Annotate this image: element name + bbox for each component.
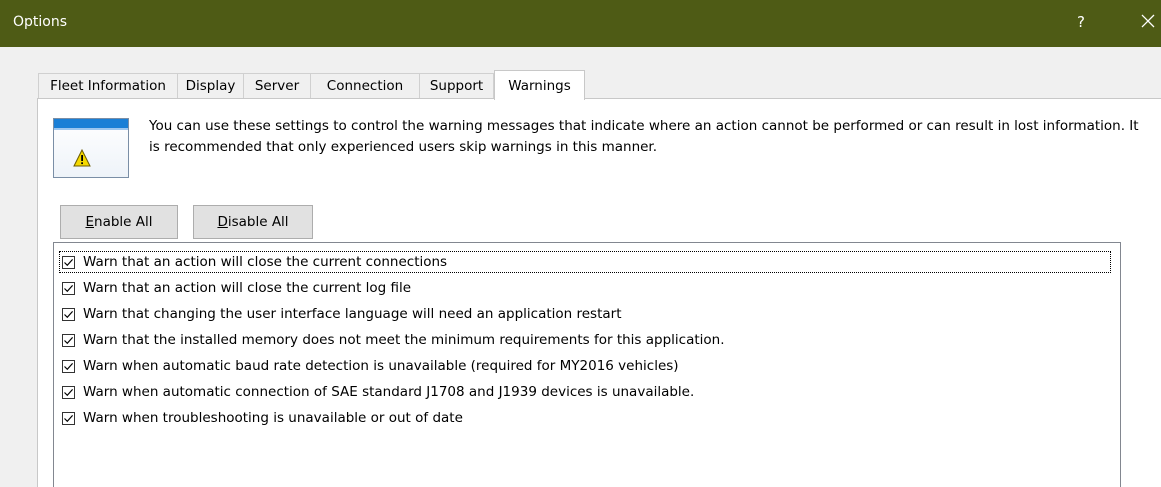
warning-checkbox[interactable]: [62, 411, 75, 425]
tab-connection[interactable]: Connection: [310, 73, 420, 98]
disable-all-mnemonic: D: [217, 214, 228, 230]
warning-checkbox[interactable]: [62, 307, 75, 321]
enable-all-button[interactable]: Enable All: [60, 205, 178, 239]
info-description: You can use these settings to control th…: [149, 118, 1139, 155]
warning-checkbox[interactable]: [62, 333, 75, 347]
list-item[interactable]: Warn that an action will close the curre…: [59, 251, 1111, 273]
tab-server[interactable]: Server: [243, 73, 311, 98]
warning-icon: [53, 118, 129, 178]
warning-checkbox[interactable]: [62, 385, 75, 399]
disable-all-button[interactable]: Disable All: [193, 205, 313, 239]
list-item[interactable]: Warn that changing the user interface la…: [59, 303, 1111, 325]
enable-all-label: nable All: [94, 214, 153, 230]
warning-checkbox[interactable]: [62, 255, 75, 269]
warning-label: Warn that an action will close the curre…: [83, 254, 448, 270]
warning-label: Warn when automatic baud rate detection …: [83, 358, 679, 374]
warning-label: Warn that the installed memory does not …: [83, 332, 725, 348]
disable-all-label: isable All: [227, 214, 289, 230]
tab-support[interactable]: Support: [419, 73, 494, 98]
enable-all-mnemonic: E: [85, 214, 95, 230]
window-title: Options: [13, 14, 68, 30]
warning-checkbox[interactable]: [62, 359, 75, 373]
list-item[interactable]: Warn when automatic baud rate detection …: [59, 355, 1111, 377]
tab-fleet-information[interactable]: Fleet Information: [38, 73, 178, 98]
help-button[interactable]: ?: [1077, 13, 1085, 31]
list-item[interactable]: Warn that an action will close the curre…: [59, 277, 1111, 299]
warning-checkbox[interactable]: [62, 281, 75, 295]
tab-display[interactable]: Display: [177, 73, 244, 98]
warnings-list[interactable]: Warn that an action will close the curre…: [53, 242, 1121, 487]
warning-label: Warn that an action will close the curre…: [83, 280, 412, 296]
warning-label: Warn that changing the user interface la…: [83, 306, 622, 322]
warning-label: Warn when troubleshooting is unavailable…: [83, 410, 463, 426]
list-item[interactable]: Warn when troubleshooting is unavailable…: [59, 407, 1111, 429]
tab-warnings[interactable]: Warnings: [494, 70, 585, 100]
list-item[interactable]: Warn when automatic connection of SAE st…: [59, 381, 1111, 403]
list-item[interactable]: Warn that the installed memory does not …: [59, 329, 1111, 351]
warning-label: Warn when automatic connection of SAE st…: [83, 384, 695, 400]
close-icon[interactable]: [1141, 14, 1155, 28]
title-bar: Options ?: [0, 0, 1161, 47]
